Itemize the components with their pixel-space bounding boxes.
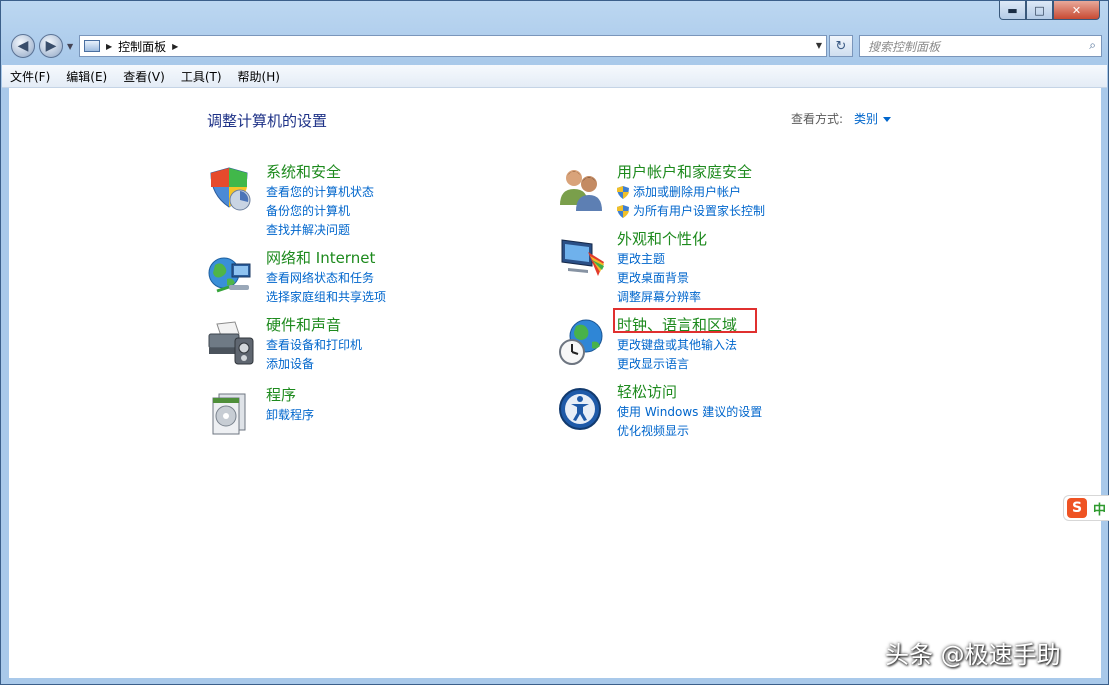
ime-toolbar[interactable]: S 中 [1063,495,1109,521]
category-link-label[interactable]: 添加或删除用户帐户 [633,183,741,202]
view-by-label: 查看方式: [791,112,844,126]
control-panel-window: ▬ □ ✕ ◀ ▶ ▼ ▶ 控制面板 ▶ ▼ ↻ ⌕ 文件(F) 编辑(E) 查… [0,0,1109,685]
category-title[interactable]: 用户帐户和家庭安全 [617,161,752,182]
category-link[interactable]: 查找并解决问题 [266,221,374,240]
users-icon[interactable] [558,165,606,213]
category-link[interactable]: 更改显示语言 [617,355,737,374]
menu-edit[interactable]: 编辑(E) [58,68,115,85]
category-link[interactable]: 查看网络状态和任务 [266,269,386,288]
arrow-right-icon: ▶ [45,38,57,54]
recent-pages-dropdown-icon[interactable]: ▼ [67,42,73,51]
category-title[interactable]: 外观和个性化 [617,228,707,249]
category-link[interactable]: 备份您的计算机 [266,202,374,221]
back-button[interactable]: ◀ [11,34,35,58]
category-link[interactable]: 优化视频显示 [617,422,762,441]
category-user-accounts: 用户帐户和家庭安全 添加或删除用户帐户 为所有用户设置家长控制 [558,161,888,221]
sogou-logo-icon[interactable]: S [1067,498,1087,518]
category-title[interactable]: 网络和 Internet [266,247,375,268]
navigation-bar: ◀ ▶ ▼ ▶ 控制面板 ▶ ▼ ↻ ⌕ [1,31,1108,63]
refresh-icon: ↻ [835,38,847,54]
menu-tools[interactable]: 工具(T) [173,68,230,85]
close-button[interactable]: ✕ [1053,1,1100,20]
breadcrumb[interactable]: 控制面板 [118,38,166,55]
category-title[interactable]: 程序 [266,384,296,405]
category-programs: 程序 卸载程序 [207,384,537,436]
menu-view[interactable]: 查看(V) [115,68,173,85]
programs-icon[interactable] [207,388,255,436]
category-link[interactable]: 更改键盘或其他输入法 [617,336,737,355]
category-title[interactable]: 硬件和声音 [266,314,341,335]
refresh-button[interactable]: ↻ [829,35,853,57]
uac-shield-icon [617,205,629,218]
category-system-security: 系统和安全 查看您的计算机状态 备份您的计算机 查找并解决问题 [207,161,537,237]
network-globe-icon[interactable] [207,251,255,299]
minimize-button[interactable]: ▬ [999,1,1026,20]
category-link-label[interactable]: 为所有用户设置家长控制 [633,202,765,221]
maximize-button[interactable]: □ [1026,1,1053,20]
search-icon[interactable]: ⌕ [1089,38,1096,53]
page-title: 调整计算机的设置 [207,112,328,130]
chevron-right-icon[interactable]: ▶ [106,42,112,51]
monitor-icon[interactable] [558,232,606,280]
arrow-left-icon: ◀ [17,38,29,54]
printer-icon[interactable] [207,318,255,366]
category-hardware-sound: 硬件和声音 查看设备和打印机 添加设备 [207,314,537,374]
search-box[interactable]: ⌕ [859,35,1102,57]
category-link[interactable]: 使用 Windows 建议的设置 [617,403,762,422]
category-link[interactable]: 添加或删除用户帐户 [617,183,765,202]
view-by-dropdown[interactable]: 类别 [854,110,892,127]
category-appearance: 外观和个性化 更改主题 更改桌面背景 调整屏幕分辨率 [558,228,888,304]
watermark: 头条 @极速手助 [885,641,1061,669]
chevron-down-icon[interactable] [883,117,892,122]
title-bar: ▬ □ ✕ [1,1,1108,29]
highlight-annotation-box [613,308,757,333]
category-link[interactable]: 查看设备和打印机 [266,336,362,355]
category-link[interactable]: 卸载程序 [266,406,314,425]
category-link[interactable]: 调整屏幕分辨率 [617,288,701,307]
address-bar[interactable]: ▶ 控制面板 ▶ ▼ [79,35,827,57]
view-by-value[interactable]: 类别 [854,112,878,126]
shield-icon[interactable] [207,165,255,213]
category-link[interactable]: 添加设备 [266,355,362,374]
category-link[interactable]: 选择家庭组和共享选项 [266,288,386,307]
search-input[interactable] [866,37,1080,57]
clock-globe-icon[interactable] [558,318,606,366]
category-title[interactable]: 系统和安全 [266,161,341,182]
menu-file[interactable]: 文件(F) [2,68,58,85]
category-link[interactable]: 为所有用户设置家长控制 [617,202,765,221]
category-ease-of-access: 轻松访问 使用 Windows 建议的设置 优化视频显示 [558,381,888,441]
ime-language-indicator[interactable]: 中 [1093,499,1106,518]
ease-of-access-icon[interactable] [558,385,606,433]
category-link[interactable]: 更改桌面背景 [617,269,701,288]
forward-button[interactable]: ▶ [39,34,63,58]
address-dropdown-icon[interactable]: ▼ [816,41,822,50]
category-link[interactable]: 更改主题 [617,250,701,269]
category-title[interactable]: 轻松访问 [617,381,677,402]
menu-bar: 文件(F) 编辑(E) 查看(V) 工具(T) 帮助(H) [2,65,1107,88]
control-panel-icon [84,40,100,52]
menu-help[interactable]: 帮助(H) [230,68,288,85]
content-pane: 调整计算机的设置 查看方式: 类别 系统和安全 查看您的计算机状态 备份您的计算… [9,88,1101,678]
uac-shield-icon [617,186,629,199]
category-link[interactable]: 查看您的计算机状态 [266,183,374,202]
category-network-internet: 网络和 Internet 查看网络状态和任务 选择家庭组和共享选项 [207,247,537,307]
chevron-right-icon[interactable]: ▶ [172,42,178,51]
